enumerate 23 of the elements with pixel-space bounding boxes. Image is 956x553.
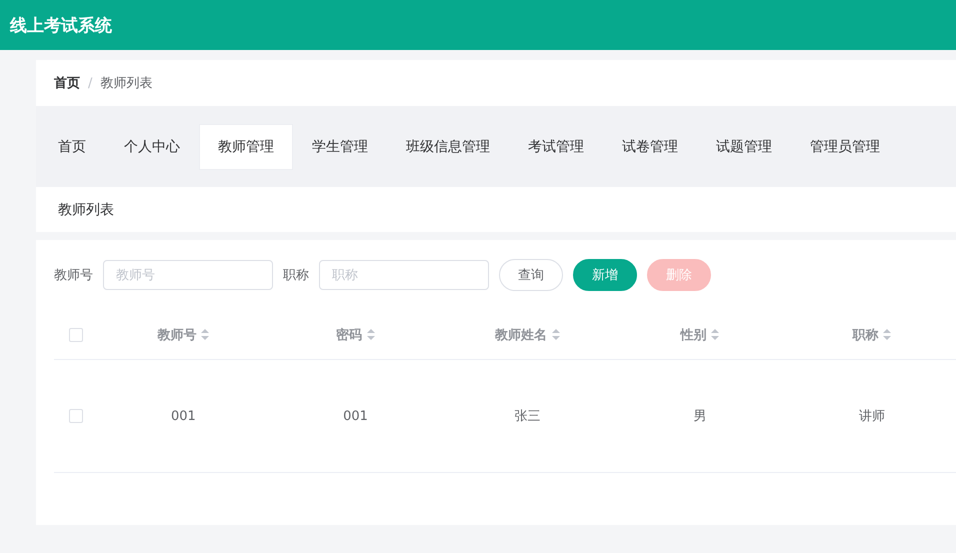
table-cell: 男	[693, 409, 706, 424]
sort-icon[interactable]	[552, 329, 560, 340]
nav-tab[interactable]: 教师管理	[200, 124, 292, 168]
filter-input[interactable]: 教师号	[103, 260, 273, 290]
sort-icon[interactable]	[883, 329, 892, 340]
filter-label: 职称	[283, 267, 309, 284]
table-cell: 张三	[514, 409, 541, 424]
breadcrumb-item[interactable]: 首页	[54, 74, 80, 92]
select-all-checkbox[interactable]	[68, 328, 83, 342]
breadcrumb-separator: /	[88, 76, 92, 90]
sort-icon[interactable]	[201, 329, 210, 340]
filter-input[interactable]: 职称	[319, 260, 489, 290]
filter-label: 教师号	[54, 267, 93, 284]
app-title: 线上考试系统	[10, 14, 112, 36]
breadcrumb-item: 教师列表	[100, 75, 152, 92]
page-title: 教师列表	[58, 200, 114, 218]
sort-icon[interactable]	[366, 329, 375, 340]
table-cell: 讲师	[858, 409, 885, 424]
table-cell: 001	[170, 408, 196, 424]
row-checkbox[interactable]	[68, 409, 83, 423]
search-button[interactable]: 查询	[499, 259, 563, 291]
table-cell: 001	[343, 408, 368, 424]
sort-icon[interactable]	[711, 329, 720, 340]
